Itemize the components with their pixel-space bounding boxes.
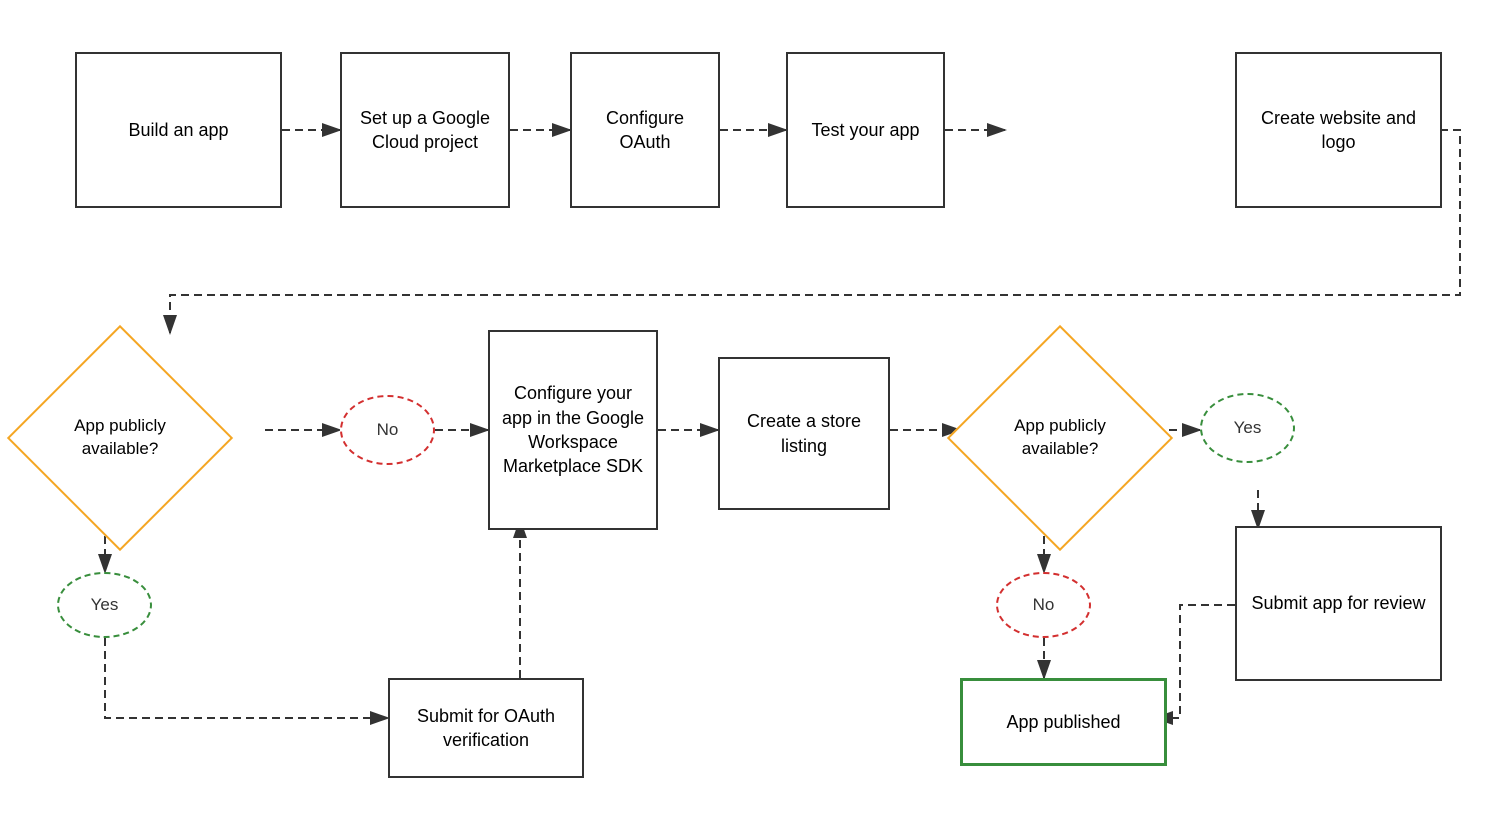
no-oval-2-label: No <box>1033 595 1055 615</box>
submit-review-label: Submit app for review <box>1251 591 1425 615</box>
configure-oauth-label: Configure OAuth <box>580 106 710 155</box>
diamond-1-label: App publicly available? <box>55 415 185 461</box>
create-store-label: Create a store listing <box>728 409 880 458</box>
yes-oval-1: Yes <box>57 572 152 638</box>
app-published-label: App published <box>1006 710 1120 734</box>
build-app-label: Build an app <box>128 118 228 142</box>
no-oval-1-label: No <box>377 420 399 440</box>
diamond-2-label: App publicly available? <box>995 415 1125 461</box>
test-app-label: Test your app <box>811 118 919 142</box>
flowchart-diagram: Build an app Set up a Google Cloud proje… <box>0 0 1494 814</box>
no-oval-2: No <box>996 572 1091 638</box>
create-store-box: Create a store listing <box>718 357 890 510</box>
create-website-box: Create website and logo <box>1235 52 1442 208</box>
submit-review-box: Submit app for review <box>1235 526 1442 681</box>
yes-oval-1-label: Yes <box>91 595 119 615</box>
submit-oauth-label: Submit for OAuth verification <box>398 704 574 753</box>
test-app-box: Test your app <box>786 52 945 208</box>
yes-oval-2: Yes <box>1200 393 1295 463</box>
submit-oauth-box: Submit for OAuth verification <box>388 678 584 778</box>
yes-oval-2-label: Yes <box>1234 418 1262 438</box>
diamond-2-wrap: App publicly available? <box>955 333 1165 543</box>
app-published-box: App published <box>960 678 1167 766</box>
create-website-label: Create website and logo <box>1245 106 1432 155</box>
build-app-box: Build an app <box>75 52 282 208</box>
google-cloud-box: Set up a Google Cloud project <box>340 52 510 208</box>
configure-workspace-label: Configure your app in the Google Workspa… <box>498 381 648 478</box>
diamond-1-wrap: App publicly available? <box>15 333 225 543</box>
configure-workspace-box: Configure your app in the Google Workspa… <box>488 330 658 530</box>
no-oval-1: No <box>340 395 435 465</box>
configure-oauth-box: Configure OAuth <box>570 52 720 208</box>
google-cloud-label: Set up a Google Cloud project <box>350 106 500 155</box>
